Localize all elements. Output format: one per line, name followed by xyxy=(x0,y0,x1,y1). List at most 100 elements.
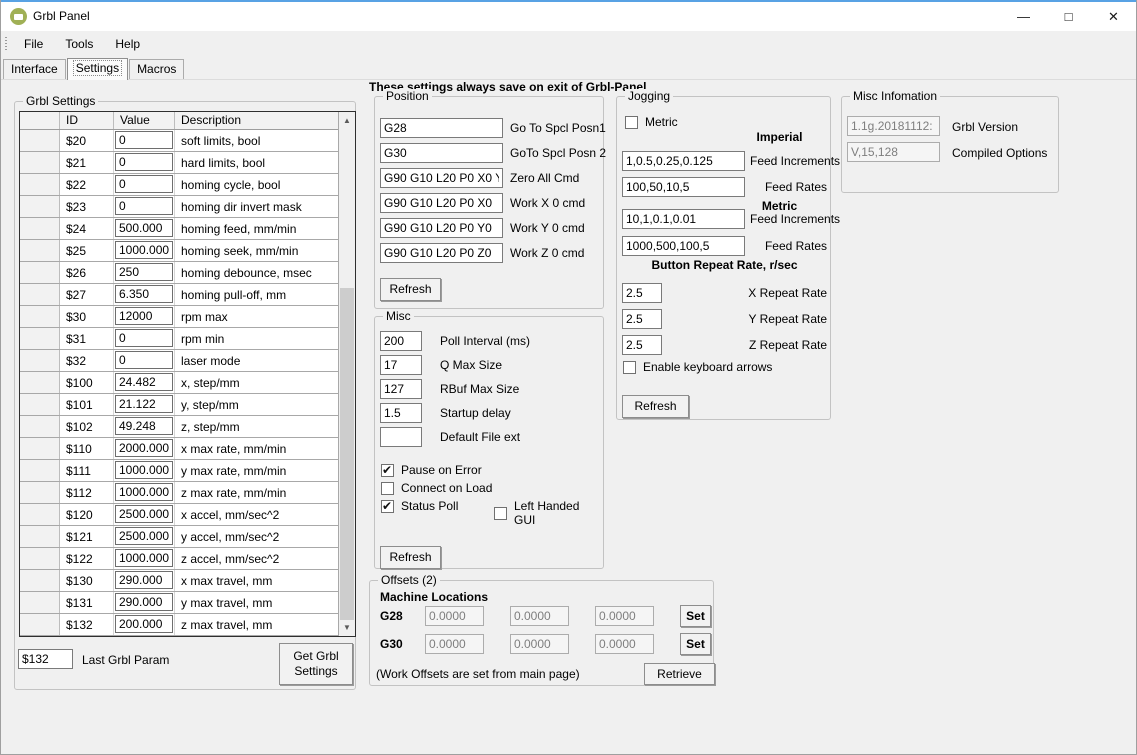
misc-refresh-button[interactable]: Refresh xyxy=(380,546,441,569)
field-input[interactable] xyxy=(380,403,422,423)
value-input[interactable] xyxy=(115,395,173,413)
id-cell[interactable]: $30 xyxy=(60,306,114,327)
id-cell[interactable]: $20 xyxy=(60,130,114,151)
row-header-cell[interactable] xyxy=(20,438,60,459)
value-input[interactable] xyxy=(115,175,173,193)
description-cell[interactable]: y max travel, mm xyxy=(175,592,338,613)
row-header-cell[interactable] xyxy=(20,482,60,503)
id-cell[interactable]: $102 xyxy=(60,416,114,437)
description-cell[interactable]: rpm min xyxy=(175,328,338,349)
row-header-cell[interactable] xyxy=(20,372,60,393)
row-header-cell[interactable] xyxy=(20,174,60,195)
status-poll-checkbox[interactable]: Status Poll xyxy=(381,499,458,513)
field-input[interactable] xyxy=(622,151,745,171)
row-header-cell[interactable] xyxy=(20,240,60,261)
set-button[interactable]: Set xyxy=(680,633,711,655)
field-input[interactable] xyxy=(622,283,662,303)
description-cell[interactable]: y, step/mm xyxy=(175,394,338,415)
id-cell[interactable]: $122 xyxy=(60,548,114,569)
description-cell[interactable]: x max travel, mm xyxy=(175,570,338,591)
field-input[interactable] xyxy=(380,118,503,138)
scrollbar-thumb[interactable] xyxy=(340,288,354,620)
value-input[interactable] xyxy=(115,593,173,611)
id-cell[interactable]: $22 xyxy=(60,174,114,195)
description-cell[interactable]: z max rate, mm/min xyxy=(175,482,338,503)
description-cell[interactable]: soft limits, bool xyxy=(175,130,338,151)
id-cell[interactable]: $32 xyxy=(60,350,114,371)
field-input[interactable] xyxy=(622,177,745,197)
id-cell[interactable]: $130 xyxy=(60,570,114,591)
description-cell[interactable]: x max rate, mm/min xyxy=(175,438,338,459)
row-header-cell[interactable] xyxy=(20,152,60,173)
value-input[interactable] xyxy=(115,527,173,545)
row-header-cell[interactable] xyxy=(20,284,60,305)
description-cell[interactable]: homing feed, mm/min xyxy=(175,218,338,239)
field-input[interactable] xyxy=(380,143,503,163)
value-input[interactable] xyxy=(115,329,173,347)
id-cell[interactable]: $101 xyxy=(60,394,114,415)
field-input[interactable] xyxy=(622,236,745,256)
description-cell[interactable]: laser mode xyxy=(175,350,338,371)
id-cell[interactable]: $132 xyxy=(60,614,114,635)
menu-item[interactable]: Tools xyxy=(54,34,104,54)
field-input[interactable] xyxy=(622,309,662,329)
description-cell[interactable]: x, step/mm xyxy=(175,372,338,393)
row-header-cell[interactable] xyxy=(20,592,60,613)
set-button[interactable]: Set xyxy=(680,605,711,627)
field-input[interactable] xyxy=(380,193,503,213)
close-icon[interactable]: ✕ xyxy=(1091,2,1136,31)
field-input[interactable] xyxy=(380,355,422,375)
id-cell[interactable]: $31 xyxy=(60,328,114,349)
id-cell[interactable]: $131 xyxy=(60,592,114,613)
id-cell[interactable]: $24 xyxy=(60,218,114,239)
field-input[interactable] xyxy=(380,427,422,447)
row-header-cell[interactable] xyxy=(20,262,60,283)
row-header-cell[interactable] xyxy=(20,526,60,547)
metric-checkbox[interactable]: Metric xyxy=(625,115,678,129)
description-cell[interactable]: x accel, mm/sec^2 xyxy=(175,504,338,525)
row-header-cell[interactable] xyxy=(20,196,60,217)
row-header-cell[interactable] xyxy=(20,570,60,591)
id-cell[interactable]: $27 xyxy=(60,284,114,305)
description-cell[interactable]: rpm max xyxy=(175,306,338,327)
left-handed-gui-checkbox[interactable]: Left Handed GUI xyxy=(494,499,603,527)
description-cell[interactable]: homing pull-off, mm xyxy=(175,284,338,305)
scroll-up-icon[interactable]: ▲ xyxy=(339,112,355,129)
id-cell[interactable]: $21 xyxy=(60,152,114,173)
vertical-scrollbar[interactable]: ▲ ▼ xyxy=(338,112,355,636)
row-header-cell[interactable] xyxy=(20,328,60,349)
row-header-cell[interactable] xyxy=(20,394,60,415)
field-input[interactable] xyxy=(380,218,503,238)
row-header-cell[interactable] xyxy=(20,416,60,437)
value-input[interactable] xyxy=(115,417,173,435)
description-cell[interactable]: y accel, mm/sec^2 xyxy=(175,526,338,547)
description-cell[interactable]: hard limits, bool xyxy=(175,152,338,173)
get-grbl-settings-button[interactable]: Get Grbl Settings xyxy=(279,643,353,685)
minimize-icon[interactable]: — xyxy=(1001,2,1046,31)
description-cell[interactable]: homing seek, mm/min xyxy=(175,240,338,261)
value-input[interactable] xyxy=(115,615,173,633)
value-input[interactable] xyxy=(115,351,173,369)
value-input[interactable] xyxy=(115,439,173,457)
row-header-cell[interactable] xyxy=(20,130,60,151)
row-header-cell[interactable] xyxy=(20,614,60,635)
menu-item[interactable]: Help xyxy=(104,34,151,54)
connect-on-load-checkbox[interactable]: Connect on Load xyxy=(381,481,492,495)
row-header-cell[interactable] xyxy=(20,218,60,239)
maximize-icon[interactable]: □ xyxy=(1046,2,1091,31)
field-input[interactable] xyxy=(622,335,662,355)
scroll-down-icon[interactable]: ▼ xyxy=(339,619,355,636)
value-input[interactable] xyxy=(115,153,173,171)
titlebar[interactable]: Grbl Panel — □ ✕ xyxy=(1,2,1136,31)
value-input[interactable] xyxy=(115,549,173,567)
id-cell[interactable]: $120 xyxy=(60,504,114,525)
value-input[interactable] xyxy=(115,505,173,523)
position-refresh-button[interactable]: Refresh xyxy=(380,278,441,301)
enable-keyboard-arrows-checkbox[interactable]: Enable keyboard arrows xyxy=(623,360,772,374)
row-header-cell[interactable] xyxy=(20,460,60,481)
field-input[interactable] xyxy=(380,243,503,263)
tab-interface[interactable]: Interface xyxy=(3,59,66,79)
id-cell[interactable]: $23 xyxy=(60,196,114,217)
value-input[interactable] xyxy=(115,197,173,215)
value-input[interactable] xyxy=(115,461,173,479)
